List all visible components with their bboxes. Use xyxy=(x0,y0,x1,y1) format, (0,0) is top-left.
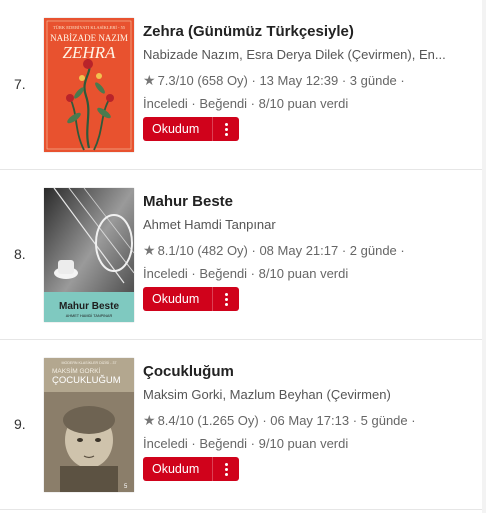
rank-number: 9. xyxy=(14,416,26,432)
svg-text:ZEHRA: ZEHRA xyxy=(63,43,117,62)
book-cover[interactable]: MODERN KLASİKLER DİZİSİ - 37 MAKSİM GORK… xyxy=(44,358,134,492)
book-info: Zehra (Günümüz Türkçesiyle) Nabizade Naz… xyxy=(143,22,472,141)
reading-list: 7. TÜRK EDEBİYATI KLASİKLERİ - 55 NABİZA… xyxy=(0,0,486,510)
list-item: 8. Mahur Beste AHMET HAMDİ TANPINAR Mahu… xyxy=(0,170,486,340)
scrollbar[interactable] xyxy=(482,0,486,513)
read-duration: 2 günde xyxy=(349,243,397,258)
okudum-button[interactable]: Okudum xyxy=(143,117,239,141)
read-date: 13 May 12:39 xyxy=(259,73,339,88)
book-meta: ★ 8.4/10 (1.265 Oy) · 06 May 17:13 · 5 gü… xyxy=(143,412,416,428)
book-info: Çocukluğum Maksim Gorki, Mazlum Beyhan (… xyxy=(143,362,472,481)
svg-text:NABİZADE NAZIM: NABİZADE NAZIM xyxy=(50,33,128,43)
more-options-button[interactable] xyxy=(212,117,239,141)
book-title[interactable]: Çocukluğum xyxy=(143,362,472,382)
review-status: İnceledi · Beğendi · 8/10 puan verdi xyxy=(143,266,349,281)
review-status: İnceledi · Beğendi · 9/10 puan verdi xyxy=(143,436,349,451)
rating-text: 7.3/10 (658 Oy) xyxy=(157,73,248,88)
book-meta: ★ 8.1/10 (482 Oy) · 08 May 21:17 · 2 günd… xyxy=(143,242,405,258)
more-vertical-icon xyxy=(224,292,228,306)
book-cover[interactable]: Mahur Beste AHMET HAMDİ TANPINAR xyxy=(44,188,134,322)
list-item: 9. MODERN KLASİKLER DİZİSİ - 37 MAKSİM G… xyxy=(0,340,486,510)
okudum-label: Okudum xyxy=(152,292,200,306)
okudum-label: Okudum xyxy=(152,122,200,136)
svg-text:ÇOCUKLUĞUM: ÇOCUKLUĞUM xyxy=(52,375,121,386)
read-date: 08 May 21:17 xyxy=(259,243,339,258)
svg-text:AHMET HAMDİ TANPINAR: AHMET HAMDİ TANPINAR xyxy=(66,313,113,318)
zehra-cover-art: TÜRK EDEBİYATI KLASİKLERİ - 55 NABİZADE … xyxy=(44,18,134,152)
action-row: Okudum xyxy=(143,287,472,311)
cocuklugum-cover-art: MODERN KLASİKLER DİZİSİ - 37 MAKSİM GORK… xyxy=(44,358,134,492)
okudum-button[interactable]: Okudum xyxy=(143,287,239,311)
action-row: Okudum xyxy=(143,117,472,141)
okudum-label: Okudum xyxy=(152,462,200,476)
list-item: 7. TÜRK EDEBİYATI KLASİKLERİ - 55 NABİZA… xyxy=(0,0,486,170)
more-options-button[interactable] xyxy=(212,287,239,311)
read-duration: 3 günde xyxy=(349,73,397,88)
rank-number: 8. xyxy=(14,246,26,262)
star-icon: ★ xyxy=(143,242,156,258)
okudum-button[interactable]: Okudum xyxy=(143,457,239,481)
star-icon: ★ xyxy=(143,412,156,428)
svg-text:Mahur Beste: Mahur Beste xyxy=(59,301,119,312)
mahur-beste-cover-art: Mahur Beste AHMET HAMDİ TANPINAR xyxy=(44,188,134,322)
rank-number: 7. xyxy=(14,76,26,92)
more-vertical-icon xyxy=(224,122,228,136)
rating-text: 8.4/10 (1.265 Oy) xyxy=(157,413,259,428)
book-meta: ★ 7.3/10 (658 Oy) · 13 May 12:39 · 3 günd… xyxy=(143,72,405,88)
more-vertical-icon xyxy=(224,462,228,476)
action-row: Okudum xyxy=(143,457,472,481)
rating-text: 8.1/10 (482 Oy) xyxy=(157,243,248,258)
more-options-button[interactable] xyxy=(212,457,239,481)
read-date: 06 May 17:13 xyxy=(270,413,350,428)
svg-text:MODERN KLASİKLER DİZİSİ - 37: MODERN KLASİKLER DİZİSİ - 37 xyxy=(62,360,117,365)
book-info: Mahur Beste Ahmet Hamdi Tanpınar ★ 8.1/10… xyxy=(143,192,472,311)
book-cover[interactable]: TÜRK EDEBİYATI KLASİKLERİ - 55 NABİZADE … xyxy=(44,18,134,152)
read-duration: 5 günde xyxy=(360,413,408,428)
book-authors[interactable]: Maksim Gorki, Mazlum Beyhan (Çevirmen) xyxy=(143,386,472,404)
book-authors[interactable]: Nabizade Nazım, Esra Derya Dilek (Çevirm… xyxy=(143,46,472,64)
book-title[interactable]: Mahur Beste xyxy=(143,192,472,212)
star-icon: ★ xyxy=(143,72,156,88)
book-title[interactable]: Zehra (Günümüz Türkçesiyle) xyxy=(143,22,472,42)
book-authors[interactable]: Ahmet Hamdi Tanpınar xyxy=(143,216,472,234)
svg-text:TÜRK EDEBİYATI KLASİKLERİ - 55: TÜRK EDEBİYATI KLASİKLERİ - 55 xyxy=(53,25,126,30)
review-status: İnceledi · Beğendi · 8/10 puan verdi xyxy=(143,96,349,111)
svg-text:MAKSİM GORKİ: MAKSİM GORKİ xyxy=(52,366,101,375)
